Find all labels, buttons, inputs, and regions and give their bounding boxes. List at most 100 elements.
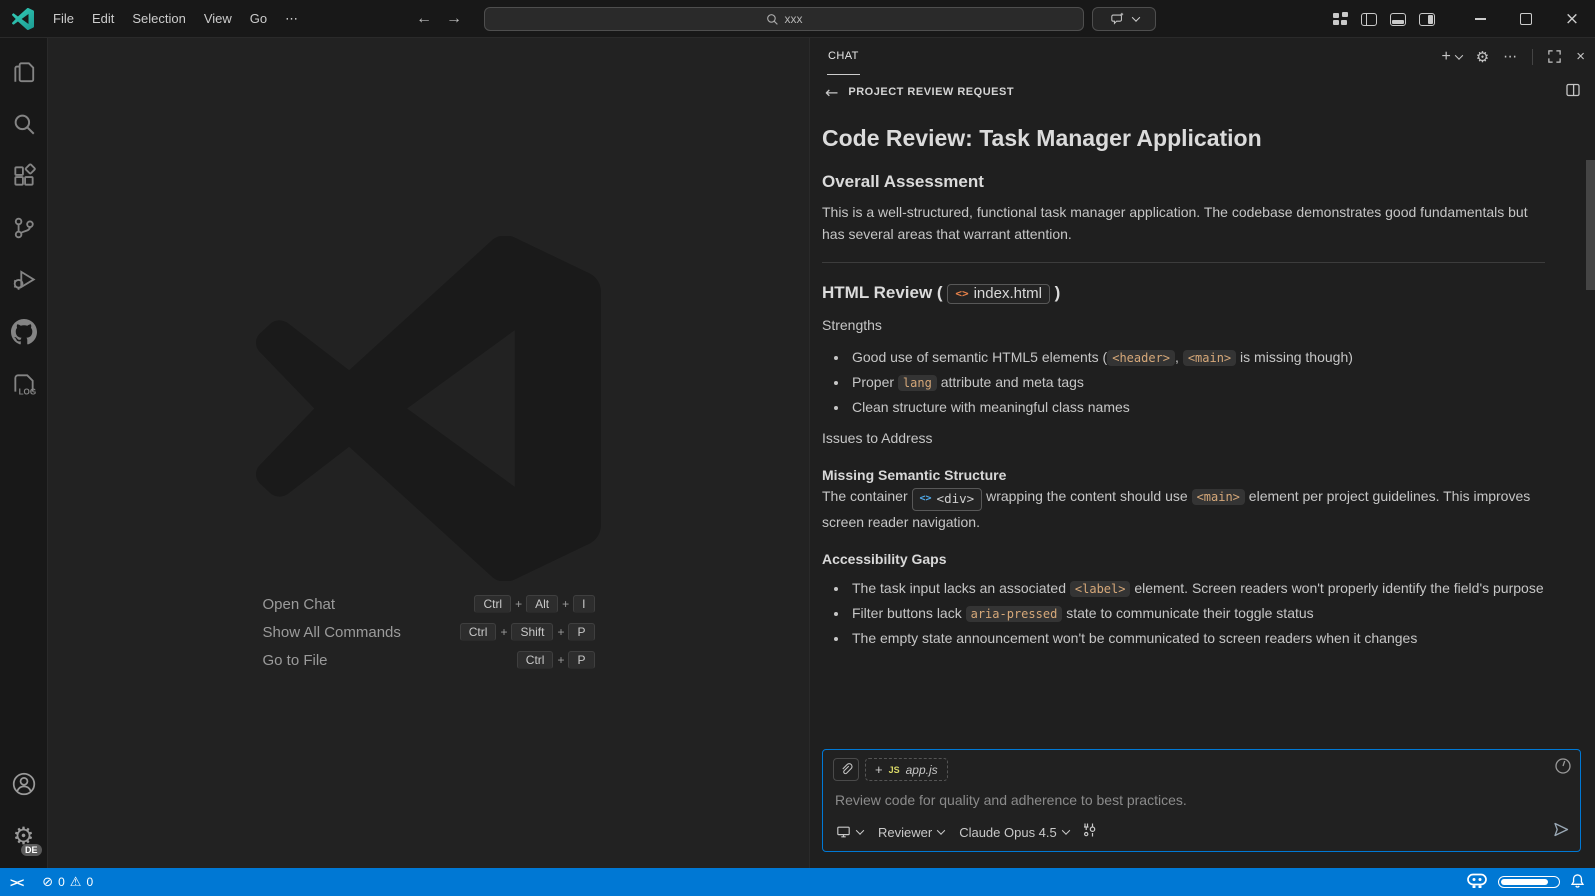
editor-area: Open ChatCtrl+Alt+IShow All CommandsCtrl…	[48, 38, 809, 868]
tab-chat[interactable]: CHAT	[827, 38, 860, 75]
bullet-item: The task input lacks an associated <labe…	[849, 577, 1545, 600]
agent-mode-picker[interactable]: Reviewer	[875, 823, 947, 842]
vscode-logo-icon	[12, 8, 34, 30]
settings-gear-button[interactable]: ⚙ DE	[0, 810, 48, 862]
attachment-chip-appjs[interactable]: + JS app.js	[865, 758, 948, 781]
attachment-file-name: app.js	[906, 763, 938, 777]
scrollbar-thumb[interactable]	[1586, 160, 1595, 290]
more-actions-icon[interactable]: ⋯	[1503, 48, 1518, 65]
send-icon[interactable]	[1552, 821, 1570, 843]
chat-settings-icon[interactable]: ⚙	[1476, 48, 1489, 66]
inline-code: <label>	[1070, 581, 1131, 597]
menu-file[interactable]: File	[44, 6, 83, 32]
chevron-down-icon	[937, 826, 945, 834]
chat-input-text[interactable]: Review code for quality and adherence to…	[835, 792, 1568, 808]
model-picker[interactable]: Claude Opus 4.5	[956, 823, 1072, 842]
symbol-chip[interactable]: <><div>	[912, 488, 983, 511]
shortcut-label: Go to File	[263, 652, 328, 669]
warning-count: 0	[86, 875, 93, 889]
shortcut-label: Show All Commands	[263, 624, 401, 641]
chat-panel-header: CHAT + ⚙ ⋯ ×	[810, 38, 1595, 75]
quota-progress-bar[interactable]	[1498, 876, 1560, 888]
extensions-icon[interactable]	[0, 150, 48, 202]
github-icon[interactable]	[0, 306, 48, 358]
menu-selection[interactable]: Selection	[123, 6, 194, 32]
bullet-item: The empty state announcement won't be co…	[849, 627, 1545, 650]
warning-icon: ⚠	[70, 875, 82, 890]
settings-badge: DE	[21, 844, 42, 856]
inline-code: <main>	[1192, 489, 1245, 505]
command-center-search[interactable]: xxx	[484, 7, 1084, 31]
chat-input-box[interactable]: + JS app.js Review code for quality and …	[822, 749, 1581, 852]
chip-label: index.html	[974, 285, 1042, 302]
chat-message-body: Code Review: Task Manager ApplicationOve…	[810, 109, 1595, 747]
search-value: xxx	[785, 12, 803, 26]
error-icon: ⊘	[42, 875, 53, 890]
shortcut-keys: Ctrl+Shift+P	[460, 623, 595, 641]
toggle-primary-sidebar-icon[interactable]	[1361, 13, 1377, 26]
key: Alt	[526, 595, 558, 613]
section-heading: Accessibility Gaps	[822, 551, 1545, 567]
quota-gauge-icon	[1554, 757, 1572, 780]
model-label: Claude Opus 4.5	[959, 825, 1057, 840]
account-icon[interactable]	[0, 758, 48, 810]
workbench: LOG ⚙ DE Open ChatCtrl+Alt+IShow All Com…	[0, 38, 1595, 868]
toggle-panel-icon[interactable]	[1390, 13, 1406, 26]
menu-edit[interactable]: Edit	[83, 6, 123, 32]
source-control-icon[interactable]	[0, 202, 48, 254]
context-picker[interactable]	[833, 823, 866, 841]
copilot-chat-button[interactable]	[1092, 7, 1156, 31]
window-close-button[interactable]: ×	[1549, 0, 1595, 38]
js-file-icon: JS	[889, 765, 900, 775]
divider	[1532, 49, 1533, 65]
chevron-down-icon	[856, 826, 864, 834]
back-icon[interactable]: ←	[825, 83, 838, 102]
chat-sparkle-icon	[1110, 12, 1125, 26]
maximize-panel-icon[interactable]	[1547, 49, 1562, 64]
notifications-bell-icon[interactable]	[1570, 873, 1585, 892]
inline-code: aria-pressed	[966, 606, 1063, 622]
tools-icon[interactable]	[1081, 822, 1097, 843]
search-icon	[766, 13, 779, 26]
run-debug-icon[interactable]	[0, 254, 48, 306]
log-output-icon[interactable]: LOG	[0, 358, 48, 410]
inline-code: lang	[898, 375, 937, 391]
remote-indicator[interactable]: ><	[0, 868, 35, 896]
divider	[822, 262, 1545, 263]
search-sidebar-icon[interactable]	[0, 98, 48, 150]
menu-view[interactable]: View	[195, 6, 241, 32]
open-in-editor-icon[interactable]	[1565, 82, 1581, 103]
agent-mode-label: Reviewer	[878, 825, 932, 840]
paragraph: Issues to Address	[822, 427, 1545, 449]
symbol-icon: <>	[920, 491, 932, 507]
bullet-item: Good use of semantic HTML5 elements (<he…	[849, 346, 1545, 369]
menu-more[interactable]: ⋯	[276, 6, 307, 32]
plus-icon: +	[1441, 49, 1450, 65]
close-panel-icon[interactable]: ×	[1576, 48, 1585, 65]
explorer-icon[interactable]	[0, 46, 48, 98]
key-separator: +	[557, 625, 564, 639]
key-separator: +	[500, 625, 507, 639]
inline-code: <main>	[1183, 350, 1236, 366]
forward-arrow-icon[interactable]: →	[446, 10, 462, 28]
attachments-row: + JS app.js	[833, 758, 1570, 781]
toggle-secondary-sidebar-icon[interactable]	[1419, 13, 1435, 26]
copilot-status-icon[interactable]	[1466, 873, 1488, 892]
monitor-icon	[836, 825, 851, 839]
back-arrow-icon[interactable]: ←	[416, 10, 432, 28]
customize-layout-icon[interactable]	[1333, 13, 1348, 26]
key-separator: +	[562, 597, 569, 611]
status-bar: >< ⊘ 0 ⚠ 0	[0, 868, 1595, 896]
window-minimize-button[interactable]	[1457, 0, 1503, 38]
window-maximize-button[interactable]	[1503, 0, 1549, 38]
new-chat-button[interactable]: +	[1441, 49, 1461, 65]
problems-indicator[interactable]: ⊘ 0 ⚠ 0	[35, 868, 100, 896]
shortcut-row: Go to File Ctrl+P	[263, 651, 595, 669]
paragraph: The container <><div> wrapping the conte…	[822, 485, 1545, 533]
error-count: 0	[58, 875, 65, 889]
attach-button[interactable]	[833, 758, 859, 781]
key: Shift	[511, 623, 553, 641]
menu-go[interactable]: Go	[241, 6, 276, 32]
file-chip[interactable]: <>index.html	[947, 284, 1050, 304]
shortcut-keys: Ctrl+P	[517, 651, 595, 669]
